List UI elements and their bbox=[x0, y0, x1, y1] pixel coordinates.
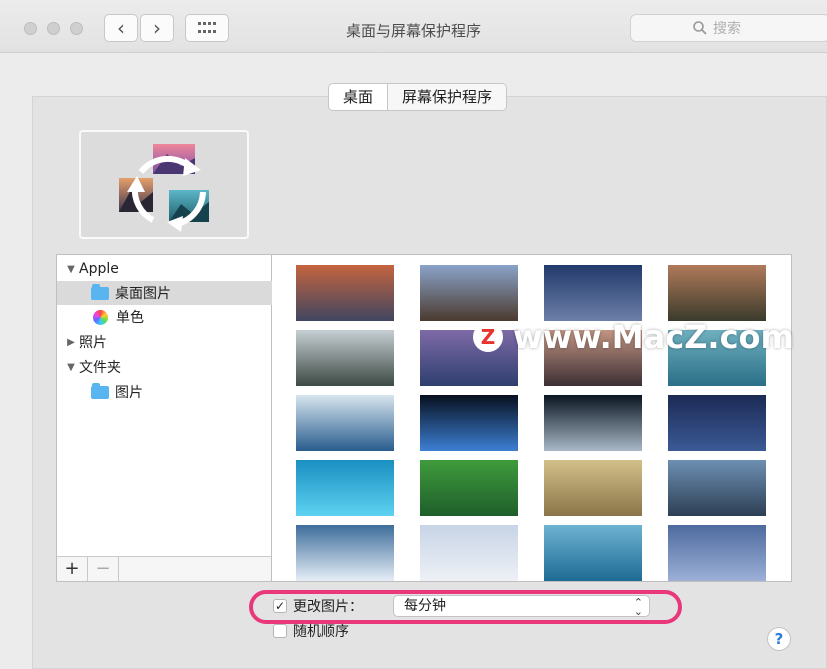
change-picture-label: 更改图片： bbox=[293, 599, 363, 615]
random-order-label: 随机顺序 bbox=[293, 624, 349, 640]
tab-screen-saver[interactable]: 屏幕保护程序 bbox=[387, 84, 507, 110]
color-wheel-icon bbox=[93, 309, 108, 325]
sidebar-item-pictures[interactable]: 图片 bbox=[57, 380, 305, 404]
interval-popup[interactable]: 每分钟 ⌃ ⌄ bbox=[393, 595, 650, 617]
source-list: ▼ Apple 桌面图片 单色 ▶ 照片 ▼ 文件夹 图片 + − bbox=[56, 254, 305, 582]
random-order-checkbox[interactable] bbox=[273, 624, 287, 638]
sidebar-item-label: 图片 bbox=[115, 385, 143, 401]
wallpaper-thumbnail[interactable] bbox=[420, 395, 518, 451]
sidebar-group-label: 文件夹 bbox=[79, 360, 121, 376]
wallpaper-thumbnail[interactable] bbox=[296, 460, 394, 516]
source-list-footer: + − bbox=[57, 556, 271, 581]
search-placeholder: 搜索 bbox=[713, 21, 741, 37]
search-icon bbox=[693, 21, 707, 35]
disclosure-open-icon[interactable]: ▼ bbox=[65, 264, 77, 275]
help-button[interactable]: ? bbox=[767, 627, 791, 651]
sidebar-item-label: 单色 bbox=[116, 310, 144, 326]
shuffle-photos-icon bbox=[119, 144, 209, 232]
sidebar-group-label: Apple bbox=[79, 261, 119, 277]
macz-logo-icon: Z bbox=[473, 322, 503, 352]
tab-control: 桌面 屏幕保护程序 bbox=[328, 83, 508, 111]
wallpaper-thumbnail[interactable] bbox=[296, 330, 394, 386]
disclosure-closed-icon[interactable]: ▶ bbox=[65, 337, 77, 348]
wallpaper-thumbnail[interactable] bbox=[668, 525, 766, 581]
sidebar-group-label: 照片 bbox=[79, 335, 107, 351]
sidebar-group-photos[interactable]: ▶ 照片 bbox=[57, 330, 279, 354]
wallpaper-grid bbox=[272, 254, 792, 582]
wallpaper-thumbnail[interactable] bbox=[420, 265, 518, 321]
wallpaper-thumbnail[interactable] bbox=[544, 460, 642, 516]
remove-folder-button[interactable]: − bbox=[88, 557, 119, 581]
sidebar-item-label: 桌面图片 bbox=[115, 286, 171, 302]
sidebar-group-folders[interactable]: ▼ 文件夹 bbox=[57, 355, 279, 379]
updown-arrows-icon: ⌃ ⌄ bbox=[633, 596, 643, 618]
wallpaper-thumbnail[interactable] bbox=[544, 395, 642, 451]
folder-icon bbox=[91, 382, 109, 399]
folder-icon bbox=[91, 283, 109, 300]
disclosure-open-icon[interactable]: ▼ bbox=[65, 362, 77, 373]
desktop-preview bbox=[79, 130, 249, 239]
wallpaper-thumbnail[interactable] bbox=[296, 525, 394, 581]
wallpaper-thumbnail[interactable] bbox=[544, 525, 642, 581]
add-folder-button[interactable]: + bbox=[57, 557, 88, 581]
wallpaper-thumbnail[interactable] bbox=[420, 525, 518, 581]
sidebar-item-solid-colors[interactable]: 单色 bbox=[57, 305, 307, 329]
wallpaper-thumbnail[interactable] bbox=[296, 265, 394, 321]
sidebar-item-desktop-pictures[interactable]: 桌面图片 bbox=[57, 281, 305, 305]
watermark: Z www.MacZ.com bbox=[473, 318, 794, 356]
wallpaper-thumbnail[interactable] bbox=[668, 460, 766, 516]
change-picture-checkbox[interactable]: ✓ bbox=[273, 599, 287, 613]
tab-desktop[interactable]: 桌面 bbox=[329, 84, 387, 110]
title-bar: ‹ › 桌面与屏幕保护程序 搜索 bbox=[0, 0, 827, 53]
search-field[interactable]: 搜索 bbox=[630, 14, 827, 42]
sidebar-group-apple[interactable]: ▼ Apple bbox=[57, 257, 279, 281]
wallpaper-thumbnail[interactable] bbox=[668, 265, 766, 321]
wallpaper-thumbnail[interactable] bbox=[296, 395, 394, 451]
wallpaper-thumbnail[interactable] bbox=[420, 460, 518, 516]
interval-value: 每分钟 bbox=[404, 598, 446, 614]
watermark-text: www.MacZ.com bbox=[513, 318, 794, 356]
wallpaper-thumbnail[interactable] bbox=[544, 265, 642, 321]
wallpaper-thumbnail[interactable] bbox=[668, 395, 766, 451]
